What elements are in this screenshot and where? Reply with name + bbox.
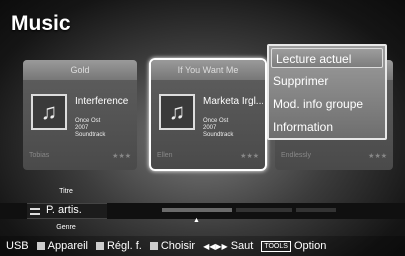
select-button[interactable]: Choisir [149, 240, 196, 252]
sort-option-below[interactable]: Genre [26, 224, 106, 231]
card-footer-text: Ellen [157, 152, 173, 159]
settings-label: Régl. f. [106, 240, 142, 252]
music-screen: Music Gold ♫ Interference Once Ost 2007 … [0, 0, 405, 256]
track-meta: Once Ost 2007 Soundtrack [75, 118, 105, 139]
tools-icon: TOOLS [261, 240, 291, 252]
bar-segment [236, 208, 292, 212]
music-card-2-selected[interactable]: If You Want Me ♫ Marketa Irgl... Once Os… [149, 58, 267, 171]
year: 2007 [75, 125, 89, 131]
card-footer-text: Endlessly [281, 152, 311, 159]
source-label: USB [6, 240, 29, 252]
music-note-icon: ♫ [31, 94, 67, 130]
color-key-icon [36, 242, 45, 250]
track-meta: Once Ost 2007 Soundtrack [203, 118, 233, 139]
bar-segment [296, 208, 336, 212]
bar-segment [162, 208, 232, 212]
genre: Soundtrack [75, 132, 106, 138]
card-title: If You Want Me [151, 60, 265, 80]
card-footer: Endlessly ★★★ [281, 152, 387, 164]
option-label: Option [293, 240, 327, 252]
album: Once Ost [75, 118, 101, 124]
sort-option-above[interactable]: Titre [26, 188, 106, 195]
track-artist: Marketa Irgl... [203, 96, 263, 107]
option-button[interactable]: TOOLS Option [261, 240, 326, 252]
music-card-1[interactable]: Gold ♫ Interference Once Ost 2007 Soundt… [23, 60, 137, 170]
card-footer: Ellen ★★★ [157, 152, 259, 164]
skip-label: Saut [230, 240, 254, 252]
genre: Soundtrack [203, 132, 234, 138]
skip-arrows-icon: ◀◀▶▶ [203, 241, 228, 251]
up-arrow-icon: ▲ [193, 217, 200, 224]
settings-button[interactable]: Régl. f. [95, 240, 142, 252]
rating-stars: ★★★ [240, 153, 259, 160]
music-note-icon: ♫ [159, 94, 195, 130]
year: 2007 [203, 125, 217, 131]
menu-item-play-current[interactable]: Lecture actuel [271, 48, 383, 68]
device-label: Appareil [47, 240, 88, 252]
bottom-help-bar: USB Appareil Régl. f. Choisir ◀◀▶▶ Saut … [0, 236, 405, 256]
device-button[interactable]: Appareil [36, 240, 88, 252]
rating-stars: ★★★ [368, 153, 387, 160]
menu-item-information[interactable]: Information [269, 116, 385, 139]
color-key-icon [149, 242, 158, 250]
rating-stars: ★★★ [112, 153, 131, 160]
track-artist: Interference [75, 96, 129, 107]
card-title: Gold [23, 60, 137, 80]
menu-item-edit-group-info[interactable]: Mod. info groupe [269, 93, 385, 116]
select-label: Choisir [160, 240, 196, 252]
card-footer-text: Tobias [29, 152, 50, 159]
card-footer: Tobias ★★★ [29, 152, 131, 164]
skip-button[interactable]: ◀◀▶▶ Saut [203, 240, 253, 252]
color-key-icon [95, 242, 104, 250]
album: Once Ost [203, 118, 229, 124]
menu-item-delete[interactable]: Supprimer [269, 70, 385, 93]
options-menu: Lecture actuel Supprimer Mod. info group… [267, 44, 387, 140]
sort-selector[interactable]: Titre Genre [26, 180, 106, 240]
page-title: Music [11, 12, 71, 35]
